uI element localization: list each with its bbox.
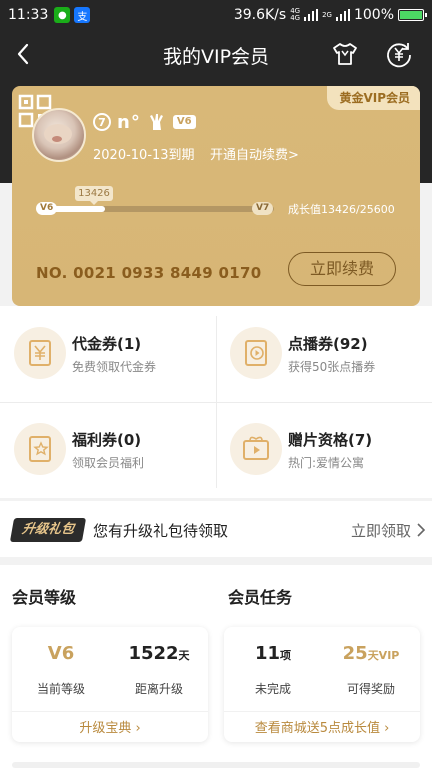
current-level-stat: V6 当前等级 (12, 643, 110, 697)
expire-date: 2020-10-13到期 (93, 148, 195, 163)
coupon-grid: 代金券(1) 免费领取代金券 点播券(92) 获得50张点播券 福利券(0) 领… (0, 306, 432, 498)
signal-2-icon (335, 9, 350, 21)
coupon-subtitle: 获得50张点播券 (288, 360, 376, 374)
vip-tier-badge: 黄金VIP会员 (327, 86, 420, 110)
battery-icon (398, 9, 427, 21)
network-type-icon: 4G 4G (290, 7, 301, 22)
days-to-upgrade-stat: 1522天 距离升级 (110, 643, 208, 697)
yuan-ticket-icon (14, 327, 66, 379)
chevron-right-icon (417, 523, 426, 537)
coupon-item-gift-film[interactable]: 赠片资格(7) 热门:爱情公寓 (216, 402, 432, 498)
pending-tasks-value: 11 (254, 643, 281, 664)
avatar[interactable] (32, 108, 86, 162)
card-divider (224, 711, 420, 712)
upgrade-gift-badge: 升级礼包 (9, 518, 87, 542)
level-end-pill: V7 (252, 202, 274, 215)
vip-hand-icon (149, 114, 163, 130)
wechat-icon: ● (54, 7, 71, 23)
card-divider (12, 711, 208, 712)
coupon-item-voucher[interactable]: 代金券(1) 免费领取代金券 (0, 306, 216, 402)
member-tasks-title: 会员任务 (228, 588, 293, 607)
status-time: 11:33 (8, 7, 49, 23)
days-unit: 天 (178, 649, 190, 662)
username: n° (117, 111, 141, 133)
renew-now-button[interactable]: 立即续费 (288, 252, 396, 286)
pending-tasks-label: 未完成 (254, 682, 291, 696)
network-type-2-icon: 2G (322, 10, 332, 19)
screen: { "status_bar": { "time": "11:33", "spee… (0, 0, 432, 768)
network-speed: 39.6K/s (233, 7, 287, 23)
growth-value-text: 成长值13426/25600 (288, 203, 395, 216)
days-to-upgrade-value: 1522 (128, 643, 179, 664)
pending-tasks-stat: 11项 未完成 (224, 643, 322, 697)
level-number-badge: 7 (93, 113, 111, 131)
shirt-icon[interactable] (330, 39, 360, 69)
coupon-subtitle: 免费领取代金券 (72, 360, 157, 374)
current-level-value: V6 (47, 643, 75, 664)
current-level-label: 当前等级 (36, 682, 85, 696)
reward-label: 可得奖励 (346, 682, 395, 696)
reward-unit: 天VIP (367, 649, 400, 662)
coupon-title: 赠片资格(7) (288, 431, 373, 449)
battery-percent: 100% (353, 7, 394, 23)
alipay-icon: 支 (74, 7, 91, 23)
coupon-subtitle: 热门:爱情公寓 (288, 456, 365, 470)
yuan-exchange-icon[interactable] (384, 39, 414, 69)
reward-stat: 25天VIP 可得奖励 (322, 643, 420, 697)
coupon-title: 福利券(0) (72, 431, 142, 449)
vip-level-tag: V6 (172, 115, 196, 129)
username-row: 7 n° V6 (93, 111, 196, 133)
reward-value: 25 (342, 643, 368, 664)
status-bar: 11:33 ● 支 39.6K/s 4G 4G 2G 100% (0, 0, 432, 30)
mall-growth-link[interactable]: 查看商城送5点成长值 › (224, 717, 420, 736)
auto-renew-link[interactable]: 开通自动续费> (210, 144, 299, 163)
claim-now-link[interactable]: 立即领取 (351, 520, 411, 541)
page-title: 我的VIP会员 (162, 46, 270, 68)
star-ticket-icon (14, 423, 66, 475)
member-level-title: 会员等级 (12, 588, 77, 607)
nav-bar: 我的VIP会员 (0, 30, 432, 78)
days-to-upgrade-label: 距离升级 (134, 682, 183, 696)
member-level-card[interactable]: V6 当前等级 1522天 距离升级 升级宝典 › (12, 627, 208, 742)
signal-icon (304, 9, 319, 21)
coupon-title: 点播券(92) (288, 335, 368, 353)
growth-value-tip: 13426 (75, 186, 113, 205)
gift-play-icon (230, 423, 282, 475)
level-start-pill: V6 (36, 202, 58, 215)
coupon-item-welfare[interactable]: 福利券(0) 领取会员福利 (0, 402, 216, 498)
growth-progress-bar (48, 206, 274, 212)
member-overview: 会员等级 会员任务 V6 当前等级 1522天 距离升级 升级宝典 › 11项 … (0, 565, 432, 768)
play-ticket-icon (230, 327, 282, 379)
upgrade-gift-banner[interactable]: 升级礼包 您有升级礼包待领取 立即领取 (0, 501, 432, 557)
items-unit: 项 (280, 649, 292, 662)
member-tasks-card[interactable]: 11项 未完成 25天VIP 可得奖励 查看商城送5点成长值 › (224, 627, 420, 742)
coupon-item-vod[interactable]: 点播券(92) 获得50张点播券 (216, 306, 432, 402)
coupon-title: 代金券(1) (72, 335, 142, 353)
upgrade-guide-link[interactable]: 升级宝典 › (12, 717, 208, 736)
coupon-subtitle: 领取会员福利 (72, 456, 145, 470)
next-section-edge (12, 762, 420, 768)
upgrade-gift-text: 您有升级礼包待领取 (93, 522, 229, 540)
vip-card: 黄金VIP会员 7 n° V6 2020-10-13到期 开通自动续费> 134… (12, 86, 420, 306)
card-number: NO. 0021 0933 8449 0170 (36, 264, 262, 282)
